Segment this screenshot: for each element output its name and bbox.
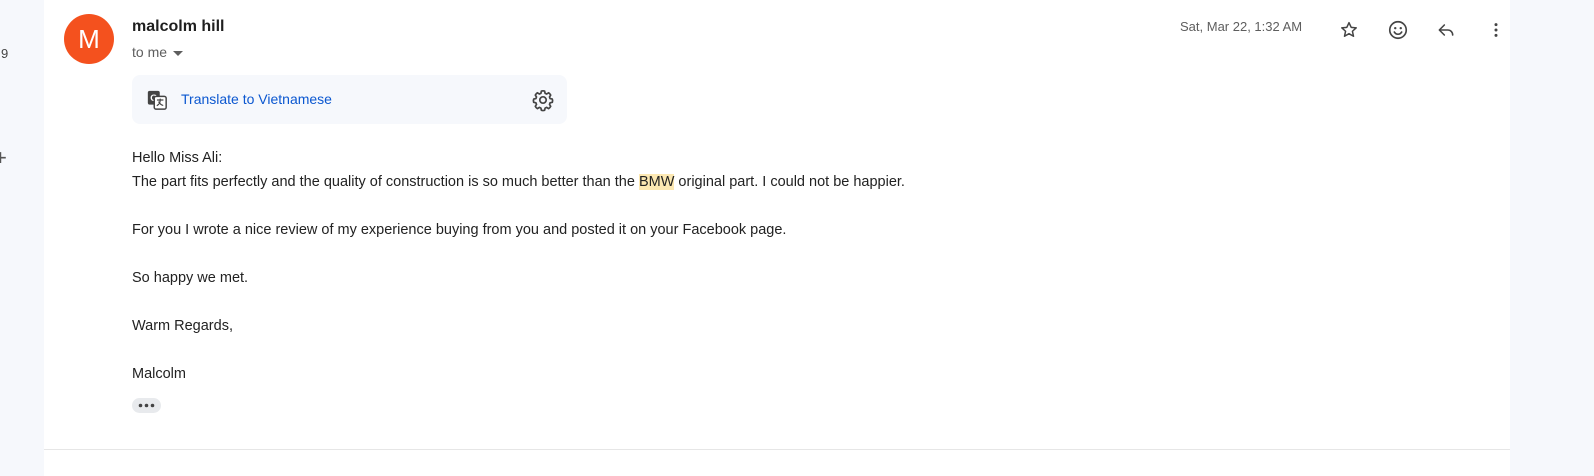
ellipsis-icon — [138, 403, 155, 408]
signature: Malcolm — [132, 366, 186, 382]
body-line-1: The part fits perfectly and the quality … — [132, 170, 1332, 194]
translate-link[interactable]: Translate to Vietnamese — [181, 91, 332, 107]
left-rail: 9 + — [0, 0, 44, 476]
emoji-icon[interactable] — [1382, 14, 1414, 46]
rail-count: 9 — [1, 46, 9, 61]
reply-icon[interactable] — [1430, 14, 1462, 46]
recipient-label: to me — [132, 44, 168, 60]
message-date: Sat, Mar 22, 1:32 AM — [1180, 19, 1303, 34]
star-icon[interactable] — [1333, 14, 1365, 46]
body-line-1-end: original part. I could not be happier. — [674, 174, 905, 190]
email-message-panel: M malcolm hill to me Sat, Mar 22, 1:32 A… — [44, 0, 1510, 476]
chevron-down-icon — [173, 50, 184, 56]
body-paragraph-2: For you I wrote a nice review of my expe… — [132, 222, 787, 238]
greeting-line: Hello Miss Ali: — [132, 150, 223, 166]
translate-icon: G — [147, 90, 167, 110]
gear-icon[interactable] — [531, 88, 555, 112]
show-trimmed-content-button[interactable] — [132, 398, 161, 413]
highlighted-keyword: BMW — [638, 174, 675, 190]
rail-plus-icon[interactable]: + — [0, 147, 7, 169]
avatar[interactable]: M — [64, 14, 114, 64]
body-paragraph-3: So happy we met. — [132, 270, 249, 286]
divider — [44, 449, 1510, 450]
more-vert-icon[interactable] — [1480, 14, 1512, 46]
translate-bar: G Translate to Vietnamese — [132, 75, 567, 124]
body-line-1-start: The part fits perfectly and the quality … — [132, 174, 639, 190]
sender-name[interactable]: malcolm hill — [132, 18, 224, 36]
closing-line: Warm Regards, — [132, 318, 233, 334]
message-body: Hello Miss Ali: The part fits perfectly … — [132, 146, 1332, 386]
recipient-details-toggle[interactable]: to me — [132, 44, 184, 60]
